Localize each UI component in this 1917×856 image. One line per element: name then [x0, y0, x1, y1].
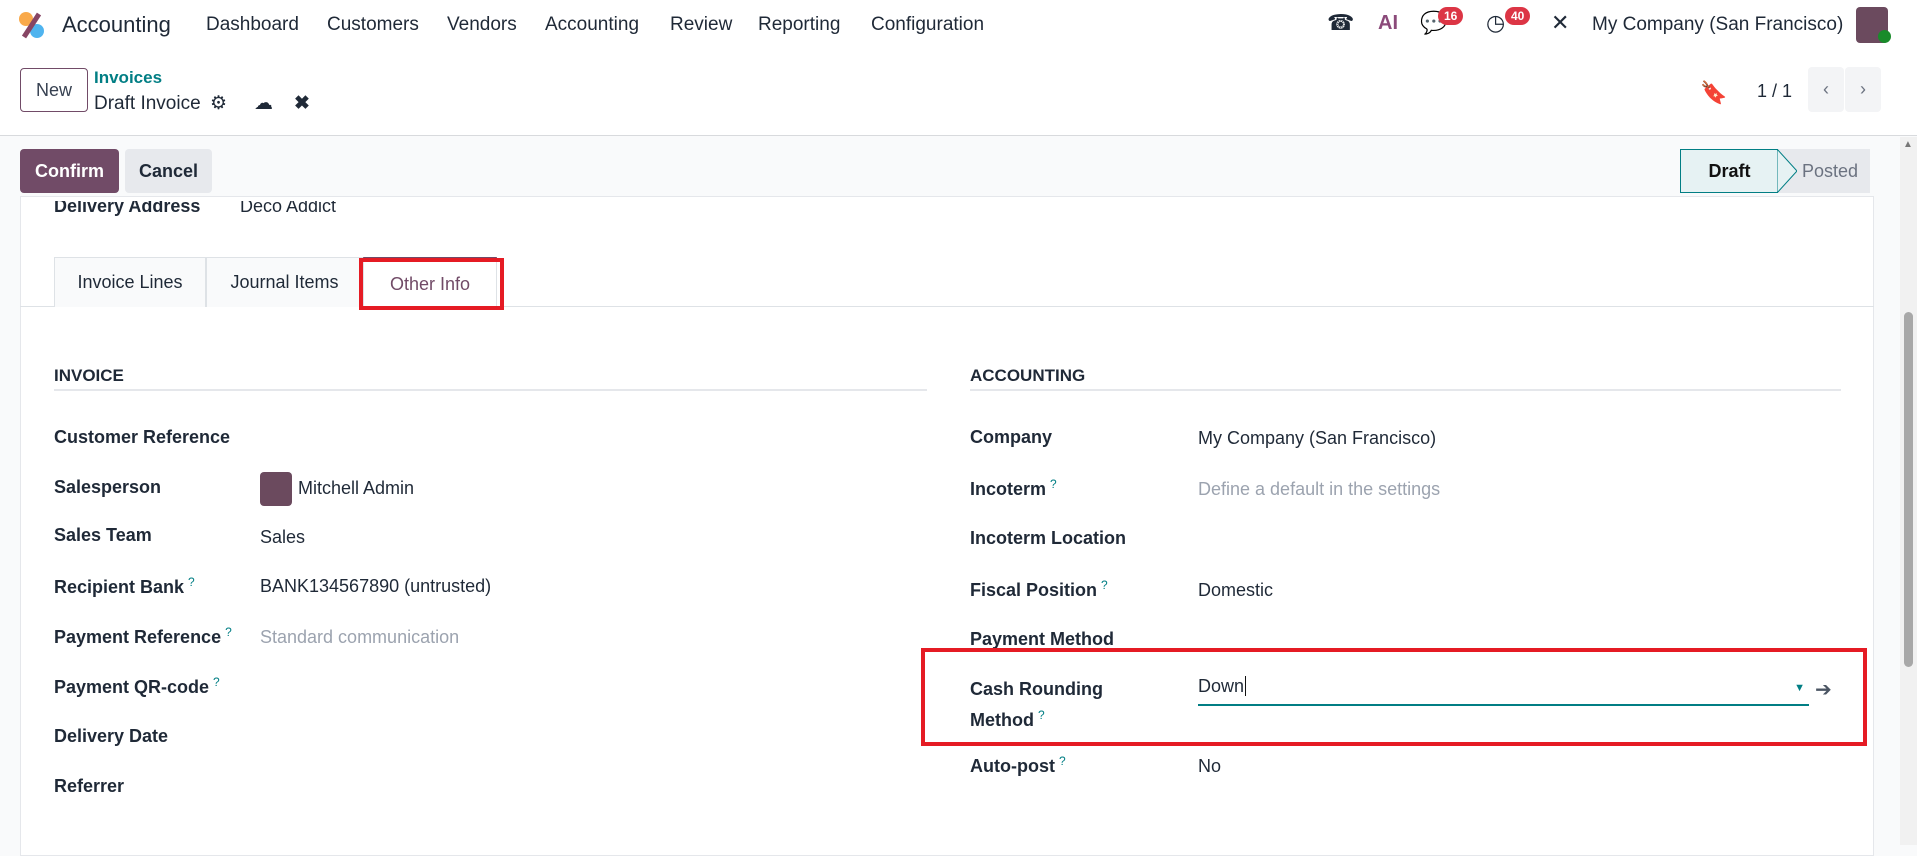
- menu-review[interactable]: Review: [670, 14, 732, 36]
- online-status-dot: [1878, 30, 1891, 43]
- accounting-app-icon[interactable]: [18, 11, 46, 39]
- bookmark-icon[interactable]: 🔖: [1700, 80, 1727, 106]
- menu-vendors[interactable]: Vendors: [447, 14, 517, 36]
- fiscal-position-label: Fiscal Position?: [970, 578, 1108, 600]
- cancel-button[interactable]: Cancel: [125, 149, 212, 193]
- recipient-bank-label: Recipient Bank?: [54, 575, 195, 597]
- scrollbar-thumb[interactable]: [1904, 312, 1913, 667]
- tools-icon[interactable]: ✕: [1551, 10, 1569, 36]
- menu-accounting[interactable]: Accounting: [545, 14, 639, 36]
- help-icon[interactable]: ?: [1059, 754, 1066, 768]
- status-draft[interactable]: Draft: [1680, 149, 1778, 193]
- auto-post-label: Auto-post?: [970, 754, 1066, 776]
- phone-icon[interactable]: ☎: [1327, 10, 1354, 36]
- incoterm-label: Incoterm?: [970, 477, 1057, 499]
- messages-badge: 16: [1438, 7, 1464, 25]
- payment-reference-input[interactable]: Standard communication: [260, 627, 459, 648]
- highlight-box-tab: [359, 258, 504, 310]
- sales-team-value[interactable]: Sales: [260, 527, 305, 548]
- salesperson-value[interactable]: Mitchell Admin: [298, 478, 414, 499]
- invoice-section-line: [54, 389, 927, 391]
- customer-reference-label: Customer Reference: [54, 427, 231, 447]
- activities-badge: 40: [1505, 7, 1531, 25]
- breadcrumb-invoices[interactable]: Invoices: [94, 68, 162, 88]
- tab-invoice-lines[interactable]: Invoice Lines: [54, 257, 206, 307]
- gear-icon[interactable]: ⚙: [210, 92, 227, 115]
- sales-team-label: Sales Team: [54, 525, 152, 545]
- pager-next-button[interactable]: ›: [1845, 67, 1881, 112]
- pager-value[interactable]: 1 / 1: [1757, 81, 1792, 102]
- scroll-up-icon[interactable]: ▲: [1903, 139, 1913, 150]
- payment-reference-label: Payment Reference?: [54, 625, 232, 647]
- menu-dashboard[interactable]: Dashboard: [206, 14, 299, 36]
- discard-icon[interactable]: ✖: [294, 92, 310, 115]
- salesperson-label: Salesperson: [54, 477, 162, 497]
- salesperson-avatar: [260, 472, 292, 506]
- incoterm-location-label: Incoterm Location: [970, 528, 1127, 548]
- pager-prev-button[interactable]: ‹: [1808, 67, 1844, 112]
- app-name[interactable]: Accounting: [62, 12, 171, 38]
- referrer-label: Referrer: [54, 776, 125, 796]
- save-cloud-icon[interactable]: ☁: [254, 92, 273, 115]
- breadcrumb-current: Draft Invoice: [94, 93, 201, 114]
- invoice-section-title: INVOICE: [54, 366, 124, 385]
- new-button[interactable]: New: [20, 68, 88, 112]
- accounting-section-line: [970, 389, 1841, 391]
- menu-customers[interactable]: Customers: [327, 14, 419, 36]
- menu-reporting[interactable]: Reporting: [758, 14, 840, 36]
- ai-icon[interactable]: AI: [1378, 12, 1398, 35]
- recipient-bank-value[interactable]: BANK134567890 (untrusted): [260, 576, 491, 597]
- delivery-date-label: Delivery Date: [54, 726, 169, 746]
- help-icon[interactable]: ?: [213, 675, 220, 689]
- help-icon[interactable]: ?: [1101, 578, 1108, 592]
- company-value[interactable]: My Company (San Francisco): [1198, 428, 1436, 449]
- company-label: Company: [970, 427, 1053, 447]
- highlight-box-cash-rounding: [921, 648, 1867, 746]
- confirm-button[interactable]: Confirm: [20, 149, 119, 193]
- status-posted[interactable]: Posted: [1790, 149, 1870, 193]
- top-navbar: Accounting Dashboard Customers Vendors A…: [0, 0, 1917, 52]
- accounting-section-title: ACCOUNTING: [970, 366, 1086, 385]
- fiscal-position-value[interactable]: Domestic: [1198, 580, 1273, 601]
- help-icon[interactable]: ?: [225, 625, 232, 639]
- company-switcher[interactable]: My Company (San Francisco): [1592, 14, 1843, 36]
- scrollbar[interactable]: ▲: [1900, 137, 1917, 845]
- tab-journal-items[interactable]: Journal Items: [206, 257, 363, 307]
- control-panel: New Invoices Draft Invoice ⚙ ☁ ✖ 🔖 1 / 1…: [0, 52, 1917, 136]
- auto-post-value[interactable]: No: [1198, 756, 1221, 777]
- payment-qr-label: Payment QR-code?: [54, 675, 220, 697]
- activity-clock-icon[interactable]: ◷: [1486, 10, 1505, 36]
- payment-method-label: Payment Method: [970, 629, 1115, 649]
- incoterm-input[interactable]: Define a default in the settings: [1198, 479, 1440, 500]
- help-icon[interactable]: ?: [188, 575, 195, 589]
- help-icon[interactable]: ?: [1050, 477, 1057, 491]
- action-bar: Confirm Cancel Draft Posted: [0, 137, 1900, 196]
- menu-configuration[interactable]: Configuration: [871, 14, 984, 36]
